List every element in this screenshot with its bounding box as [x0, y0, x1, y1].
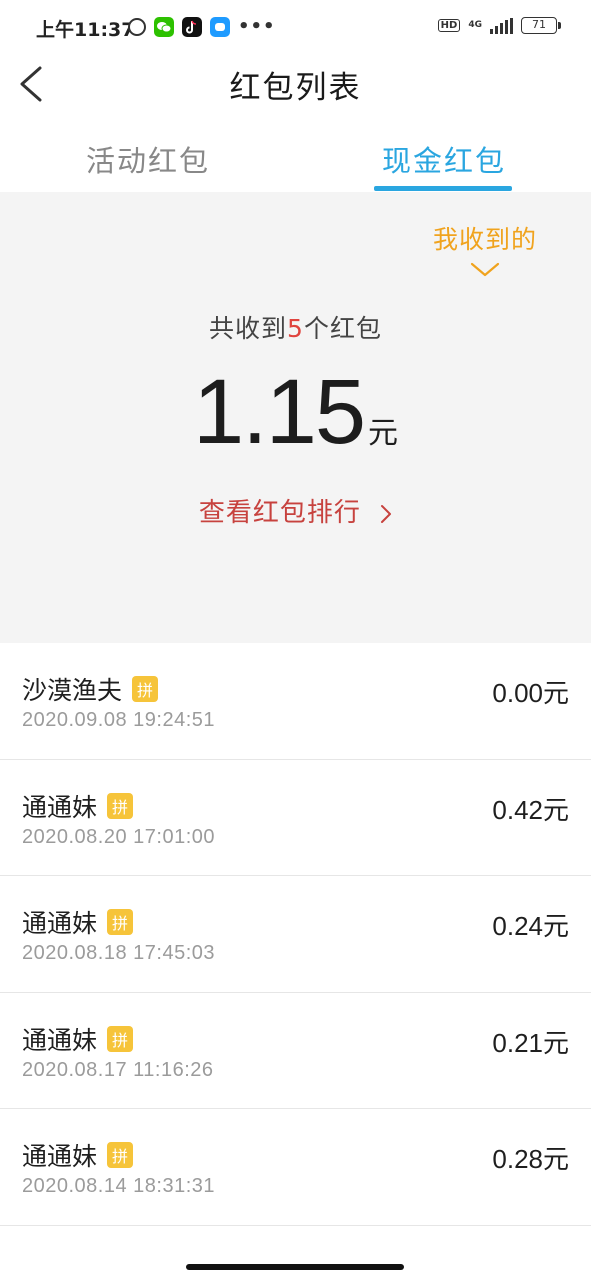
active-tab-indicator: [374, 186, 512, 191]
record-amount: 0.24元: [492, 911, 569, 942]
signal-icon: [490, 17, 513, 34]
record-sender-name: 通通妹: [22, 909, 98, 939]
received-prefix: 共收到: [209, 314, 288, 343]
chevron-down-icon: [470, 262, 500, 277]
alarm-icon: [128, 17, 146, 36]
record-sender-name: 通通妹: [22, 1142, 98, 1172]
record-amount: 0.28元: [492, 1144, 569, 1175]
record-time: 2020.08.20 17:01:00: [22, 825, 216, 848]
received-suffix: 个红包: [303, 314, 382, 343]
record-amount: 0.21元: [492, 1027, 569, 1058]
status-bar: 上午11:37 ••• HD 4G 71: [0, 0, 591, 52]
summary-panel: 我收到的 共收到5个红包 1.15 元 查看红包排行: [0, 192, 591, 643]
record-time: 2020.09.08 19:24:51: [22, 709, 216, 731]
record-name-group: 通通妹 拼: [22, 1021, 134, 1057]
group-buy-badge: 拼: [132, 676, 159, 702]
group-buy-badge: 拼: [107, 1142, 134, 1169]
total-amount-value: 1.15: [192, 361, 366, 463]
tab-bar: 活动红包 现金红包: [0, 120, 591, 192]
list-item[interactable]: 通通妹 拼 2020.08.17 11:16:26 0.21元: [0, 993, 591, 1110]
network-type: 4G: [468, 20, 482, 30]
list-item[interactable]: 通通妹 拼 2020.08.20 17:01:00 0.42元: [0, 760, 591, 877]
home-indicator[interactable]: [186, 1264, 404, 1270]
total-amount-unit: 元: [368, 416, 399, 451]
tiktok-icon: [182, 16, 202, 37]
group-buy-badge: 拼: [107, 909, 134, 936]
list-item[interactable]: 通通妹 拼 2020.08.18 17:45:03 0.24元: [0, 876, 591, 993]
status-time: 上午11:37: [36, 19, 135, 41]
record-name-group: 通通妹 拼: [22, 904, 134, 940]
list-item[interactable]: 通通妹 拼 2020.08.14 18:31:31 0.28元: [0, 1109, 591, 1226]
nav-header: 红包列表: [0, 52, 591, 116]
system-status: HD 4G 71: [437, 17, 561, 34]
tab-cash-red-packets[interactable]: 现金红包: [382, 138, 506, 180]
message-app-icon: [210, 16, 230, 37]
chevron-right-icon: [381, 504, 392, 523]
record-time: 2020.08.18 17:45:03: [22, 942, 216, 965]
page-title: 红包列表: [229, 70, 362, 106]
record-sender-name: 沙漠渔夫: [22, 676, 123, 705]
total-amount: 1.15 元: [0, 360, 591, 465]
record-name-group: 通通妹 拼: [22, 1137, 134, 1173]
group-buy-badge: 拼: [107, 1025, 134, 1052]
view-ranking-link[interactable]: 查看红包排行: [0, 492, 591, 529]
record-sender-name: 通通妹: [22, 792, 98, 822]
record-time: 2020.08.17 11:16:26: [22, 1058, 214, 1081]
group-buy-badge: 拼: [107, 792, 134, 819]
notification-icons: •••: [128, 16, 276, 37]
view-ranking-label: 查看红包排行: [198, 498, 361, 528]
battery-icon: 71: [521, 17, 561, 34]
hd-icon: HD: [437, 19, 461, 32]
received-count-text: 共收到5个红包: [0, 309, 591, 345]
record-time: 2020.08.14 18:31:31: [22, 1175, 216, 1198]
record-amount: 0.42元: [492, 794, 569, 825]
filter-label: 我收到的: [432, 225, 537, 254]
record-amount: 0.00元: [492, 678, 569, 708]
more-notifications-icon: •••: [238, 16, 276, 37]
record-name-group: 沙漠渔夫 拼: [22, 671, 159, 707]
tab-activity-red-packets[interactable]: 活动红包: [86, 138, 210, 180]
red-packet-list: 沙漠渔夫 拼 2020.09.08 19:24:51 0.00元 通通妹 拼 2…: [0, 643, 591, 1226]
wechat-icon: [154, 16, 174, 37]
record-sender-name: 通通妹: [22, 1025, 98, 1055]
list-item[interactable]: 沙漠渔夫 拼 2020.09.08 19:24:51 0.00元: [0, 643, 591, 760]
received-count: 5: [287, 314, 304, 343]
record-name-group: 通通妹 拼: [22, 788, 134, 824]
received-filter-dropdown[interactable]: 我收到的: [433, 220, 537, 278]
